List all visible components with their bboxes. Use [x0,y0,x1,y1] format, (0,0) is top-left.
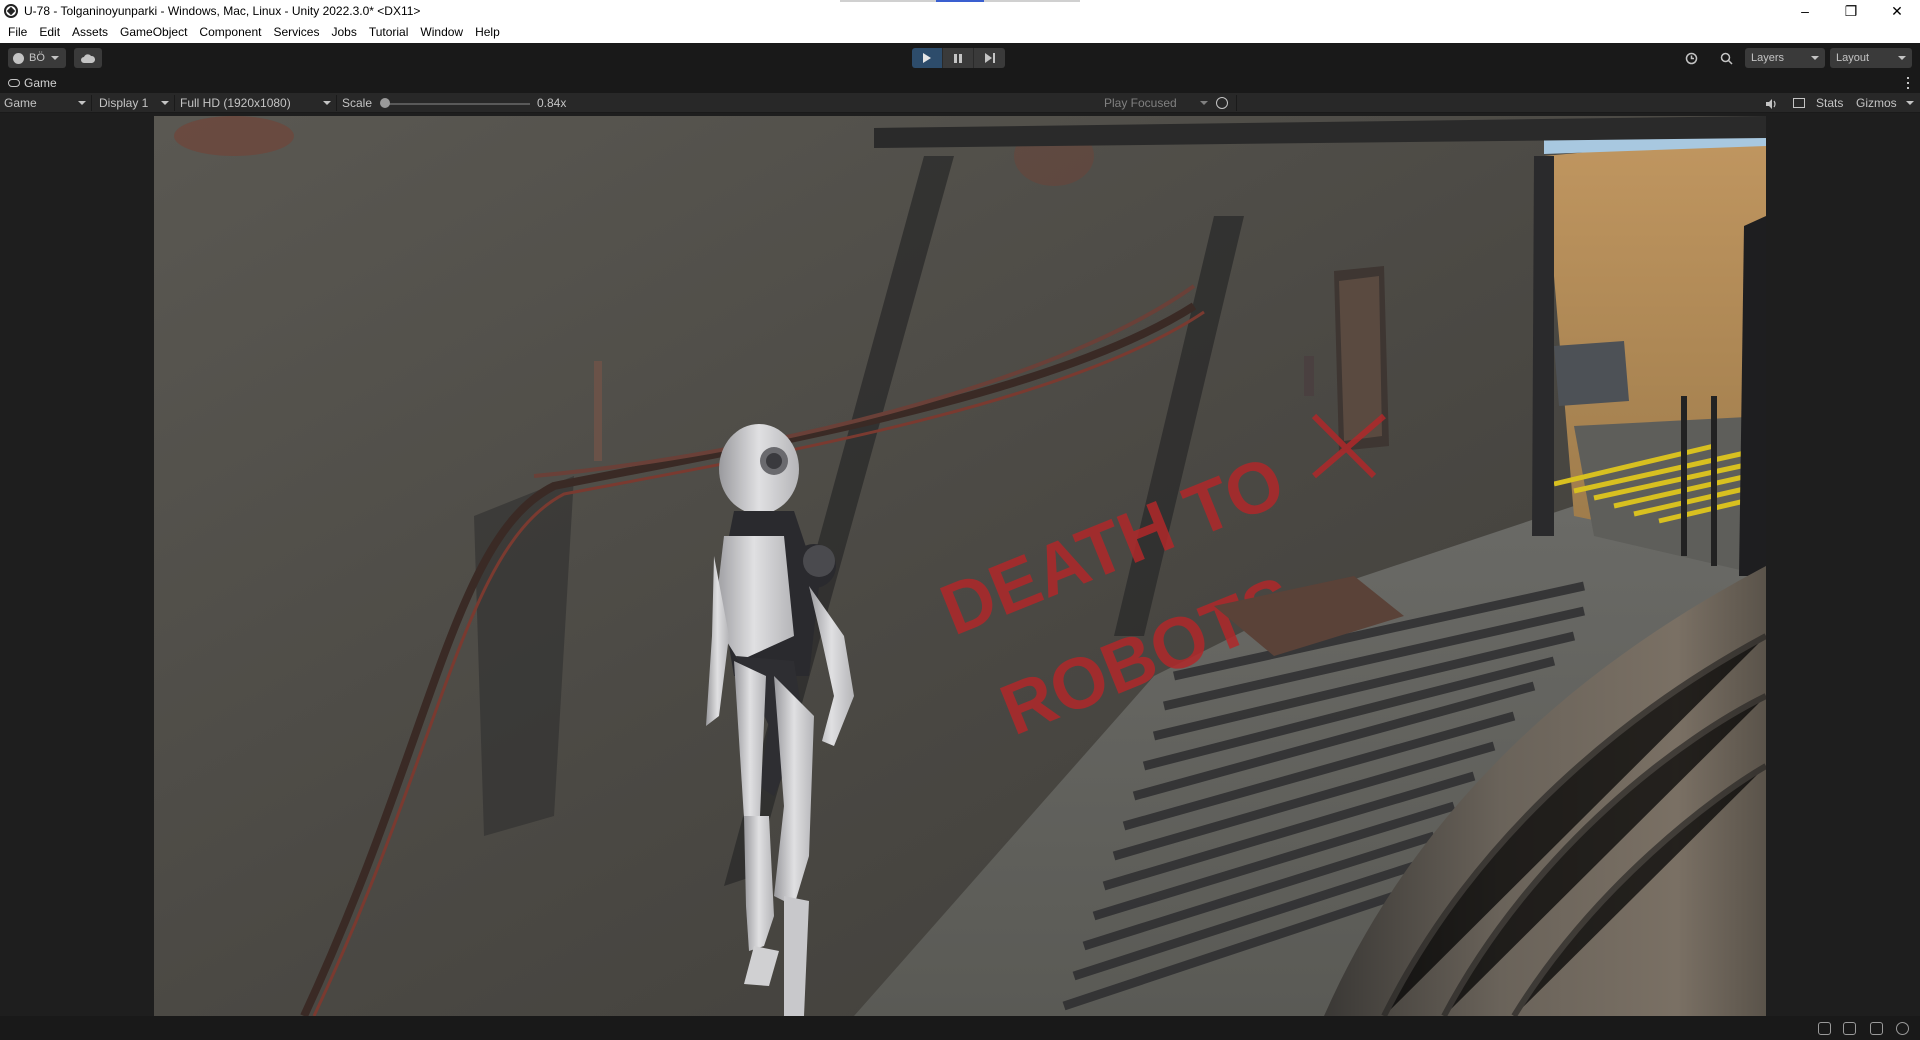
chevron-down-icon [50,56,59,60]
play-button[interactable] [912,48,943,68]
scale-value: 0.84x [537,96,567,110]
tab-game[interactable]: Game [0,73,65,93]
robot-head [719,424,799,514]
resolution-label: Full HD (1920x1080) [180,96,291,110]
menu-tutorial[interactable]: Tutorial [363,22,415,43]
progress-icon[interactable] [1896,1022,1909,1035]
tab-game-label: Game [24,76,57,90]
game-view[interactable]: DEATH TO ROBOTS [154,116,1766,1016]
menu-assets[interactable]: Assets [66,22,114,43]
view-mode-label: Game [4,96,37,110]
account-button[interactable]: BÖ [8,48,66,68]
menu-gameobject[interactable]: GameObject [114,22,193,43]
title-bar: U-78 - Tolganinoyunparki - Windows, Mac,… [0,0,1920,22]
menu-component[interactable]: Component [193,22,267,43]
chevron-down-icon [161,101,169,105]
display-dropdown[interactable]: Display 1 [99,93,171,113]
taskbar-indicator-active [936,0,984,2]
grid-icon[interactable] [1793,98,1805,108]
chevron-down-icon [1906,101,1914,105]
gamepad-icon [8,79,20,87]
tab-menu-button[interactable] [1907,77,1910,89]
playmode-controls [912,48,1005,68]
gizmos-dropdown[interactable]: Gizmos [1856,93,1914,113]
resolution-dropdown[interactable]: Full HD (1920x1080) [180,93,333,113]
stats-button[interactable]: Stats [1816,93,1843,113]
chevron-down-icon [1898,56,1906,60]
menu-services[interactable]: Services [267,22,325,43]
game-render: DEATH TO ROBOTS [154,116,1766,1016]
gizmos-label: Gizmos [1856,96,1897,110]
menu-edit[interactable]: Edit [33,22,66,43]
play-icon [923,53,931,63]
unity-logo-icon [4,4,18,18]
history-icon [1685,52,1697,64]
chevron-down-icon [1200,101,1208,105]
chevron-down-icon [1811,56,1819,60]
chevron-down-icon [78,101,86,105]
window-controls: – ❐ ✕ [1782,0,1920,22]
bug-icon[interactable] [1216,97,1228,109]
network-icon[interactable] [1870,1022,1883,1035]
search-button[interactable] [1714,48,1738,68]
tab-bar: Game [0,73,1920,93]
restore-button[interactable]: ❐ [1828,0,1874,22]
game-view-controls: Game Display 1 Full HD (1920x1080) Scale… [0,93,1920,113]
divider [336,95,337,111]
pause-button[interactable] [943,48,974,68]
menu-bar: File Edit Assets GameObject Component Se… [0,22,1920,43]
layers-label: Layers [1751,52,1785,64]
play-focused-label: Play Focused [1104,96,1177,110]
scale-slider-handle[interactable] [380,98,390,108]
menu-window[interactable]: Window [414,22,469,43]
pause-icon [954,53,962,63]
step-icon [984,53,995,63]
account-label: BÖ [29,52,45,64]
taskbar-indicator [984,0,1080,2]
menu-jobs[interactable]: Jobs [325,22,362,43]
divider [91,95,92,111]
play-focused-dropdown[interactable]: Play Focused [1104,93,1208,113]
menu-help[interactable]: Help [469,22,506,43]
debug-icon[interactable] [1818,1022,1831,1035]
scale-slider-track[interactable] [385,103,530,105]
account-icon [13,52,24,64]
status-bar [0,1016,1920,1040]
step-button[interactable] [974,48,1005,68]
window-title: U-78 - Tolganinoyunparki - Windows, Mac,… [24,4,421,18]
close-button[interactable]: ✕ [1874,0,1920,22]
taskbar-indicator [840,0,936,2]
cache-icon[interactable] [1843,1022,1856,1035]
minimize-button[interactable]: – [1782,0,1828,22]
divider [174,95,175,111]
cloud-button[interactable] [74,48,102,68]
chevron-down-icon [323,101,331,105]
cloud-icon [81,53,95,63]
search-icon [1720,52,1733,65]
history-button[interactable] [1679,48,1703,68]
view-mode-dropdown[interactable]: Game [4,93,88,113]
layers-dropdown[interactable]: Layers [1745,48,1825,68]
divider [1236,95,1237,111]
display-label: Display 1 [99,96,149,110]
layout-dropdown[interactable]: Layout [1830,48,1912,68]
main-toolbar: BÖ Layers Layout [0,43,1920,73]
scale-label: Scale [342,96,373,110]
menu-file[interactable]: File [2,22,33,43]
layout-label: Layout [1836,52,1870,64]
speaker-icon[interactable] [1766,98,1776,109]
